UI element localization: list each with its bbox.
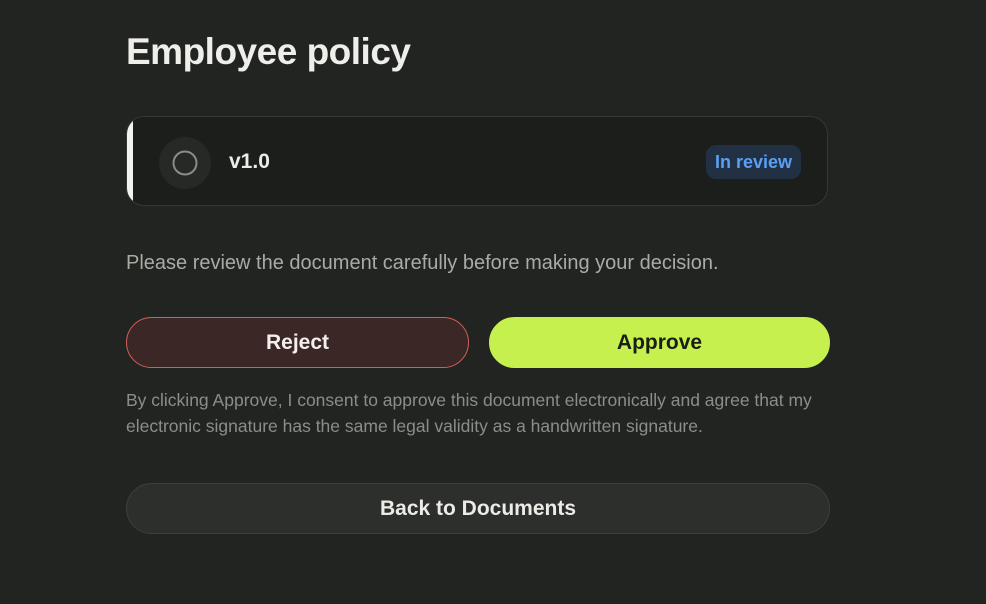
version-label: v1.0 [229,150,270,173]
version-accent-bar [127,117,133,205]
reject-button[interactable]: Reject [126,317,469,368]
document-review-page: Employee policy v1.0 In review Please re… [0,0,986,604]
page-title: Employee policy [126,31,411,72]
empty-circle-icon [172,150,198,176]
consent-text: By clicking Approve, I consent to approv… [126,390,812,436]
back-to-documents-button[interactable]: Back to Documents [126,483,830,534]
approve-button[interactable]: Approve [489,317,830,368]
status-icon-container [159,137,211,189]
status-badge: In review [705,145,801,179]
version-card: v1.0 In review [126,116,828,206]
review-instruction: Please review the document carefully bef… [126,252,719,274]
